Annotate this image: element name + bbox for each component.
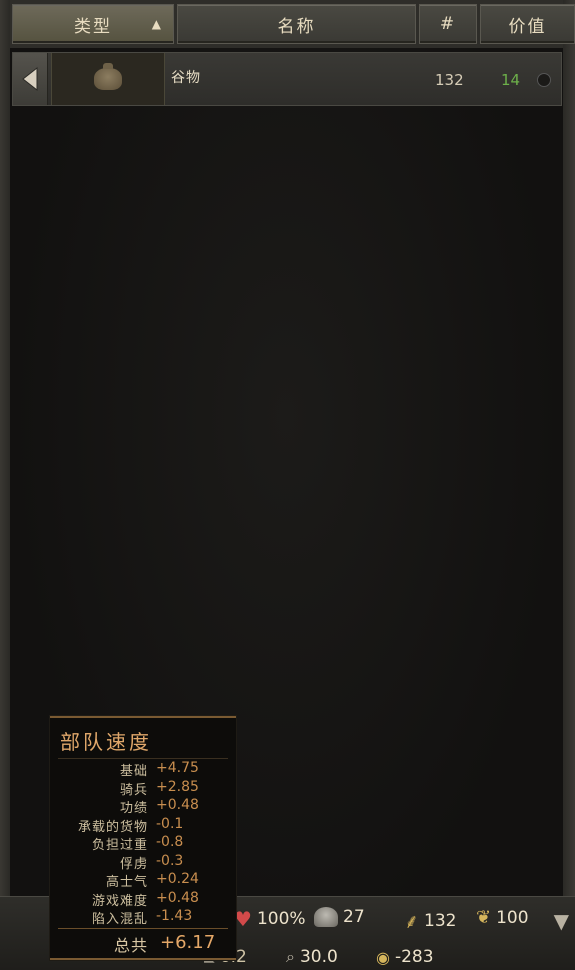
speed-breakdown-list: 基础 +4.75 骑兵 +2.85 功绩 +0.48 承载的货物 -0.1 负担… bbox=[50, 760, 236, 927]
troops-stat[interactable]: 27 bbox=[314, 907, 365, 927]
right-frame bbox=[563, 0, 575, 969]
speed-row: 俘虏 -0.3 bbox=[50, 853, 236, 872]
speed-row-label: 骑兵 bbox=[119, 782, 148, 798]
speed-row-value: +0.48 bbox=[156, 797, 199, 813]
transfer-left-button[interactable] bbox=[13, 53, 48, 105]
left-arrow-icon bbox=[22, 66, 38, 92]
sort-ascending-icon: ▲ bbox=[151, 17, 163, 31]
wheat-icon: ⸙ bbox=[404, 909, 419, 933]
view-stat[interactable]: ⌕ 30.0 bbox=[286, 947, 338, 967]
wages-value: 100 bbox=[496, 907, 529, 928]
grain-sack-icon bbox=[94, 63, 122, 90]
column-header-count[interactable]: # bbox=[419, 4, 477, 44]
inventory-header: 类型 ▲ 名称 # 价值 bbox=[12, 4, 575, 46]
column-header-value[interactable]: 价值 bbox=[480, 4, 575, 44]
wings-icon: ❦ bbox=[476, 907, 492, 928]
gold-stat[interactable]: ◉ -283 bbox=[376, 947, 434, 967]
speed-row-value: +0.24 bbox=[156, 871, 199, 887]
column-header-type-label: 类型 bbox=[74, 16, 112, 37]
column-header-name[interactable]: 名称 bbox=[177, 4, 416, 44]
view-value: 30.0 bbox=[299, 947, 338, 967]
speed-row: 承载的货物 -0.1 bbox=[50, 816, 236, 835]
speed-row-label: 承载的货物 bbox=[77, 819, 148, 835]
morale-value: 100% bbox=[256, 909, 306, 929]
helmet-icon bbox=[314, 907, 338, 927]
speed-row-label: 高士气 bbox=[105, 875, 148, 890]
item-info-button[interactable] bbox=[537, 73, 551, 87]
speed-row: 基础 +4.75 bbox=[50, 760, 236, 779]
item-thumbnail bbox=[51, 53, 165, 105]
speed-row: 游戏难度 +0.48 bbox=[50, 890, 236, 909]
speed-row-value: -0.1 bbox=[156, 815, 184, 832]
column-header-value-label: 价值 bbox=[508, 16, 547, 37]
inventory-row-grain[interactable]: 谷物 132 14 bbox=[12, 52, 562, 106]
speed-row: 功绩 +0.48 bbox=[50, 797, 236, 816]
speed-row: 高士气 +0.24 bbox=[50, 871, 236, 890]
food-stat[interactable]: ⸙ 132 bbox=[404, 907, 456, 934]
party-speed-tooltip: 部队速度 基础 +4.75 骑兵 +2.85 功绩 +0.48 承载的货物 -0… bbox=[50, 716, 236, 960]
gold-change-value: -283 bbox=[394, 947, 434, 967]
speed-row-value: +4.75 bbox=[156, 760, 199, 776]
tooltip-divider bbox=[58, 758, 228, 759]
speed-row: 陷入混乱 -1.43 bbox=[50, 908, 236, 927]
item-count: 132 bbox=[435, 71, 464, 89]
heart-icon: ♥ bbox=[234, 907, 252, 931]
speed-row-label: 功绩 bbox=[119, 801, 148, 816]
speed-row-value: +0.48 bbox=[156, 889, 199, 906]
speed-row-label: 游戏难度 bbox=[91, 893, 148, 909]
speed-total-value: +6.17 bbox=[160, 932, 216, 953]
tooltip-total-divider bbox=[58, 928, 228, 929]
speed-row-label: 负担过重 bbox=[91, 838, 148, 853]
wages-stat[interactable]: ❦ 100 bbox=[476, 907, 529, 928]
speed-total-label: 总共 bbox=[113, 936, 148, 955]
chevron-down-icon[interactable]: ▼ bbox=[554, 909, 569, 933]
speed-total-row: 总共 +6.17 bbox=[50, 932, 236, 956]
column-header-name-label: 名称 bbox=[277, 16, 316, 37]
item-name: 谷物 bbox=[171, 70, 201, 86]
speed-row: 骑兵 +2.85 bbox=[50, 779, 236, 798]
speed-row-value: -0.8 bbox=[156, 834, 184, 850]
speed-row-label: 陷入混乱 bbox=[91, 912, 148, 927]
food-value: 132 bbox=[424, 910, 457, 931]
speed-row: 负担过重 -0.8 bbox=[50, 834, 236, 853]
speed-row-value: -1.43 bbox=[156, 908, 193, 924]
left-frame bbox=[0, 0, 10, 969]
tooltip-title: 部队速度 bbox=[60, 730, 152, 754]
speed-row-label: 俘虏 bbox=[119, 856, 148, 872]
speed-row-value: -0.3 bbox=[156, 852, 184, 869]
spyglass-icon: ⌕ bbox=[286, 947, 295, 966]
troops-value: 27 bbox=[343, 907, 365, 927]
speed-row-value: +2.85 bbox=[156, 778, 199, 795]
coins-icon: ◉ bbox=[376, 947, 390, 967]
item-value: 14 bbox=[501, 71, 521, 89]
speed-row-label: 基础 bbox=[119, 764, 148, 779]
morale-stat[interactable]: ♥ 100% bbox=[234, 907, 306, 931]
column-header-count-label: # bbox=[439, 14, 457, 34]
column-header-type[interactable]: 类型 ▲ bbox=[12, 4, 174, 44]
